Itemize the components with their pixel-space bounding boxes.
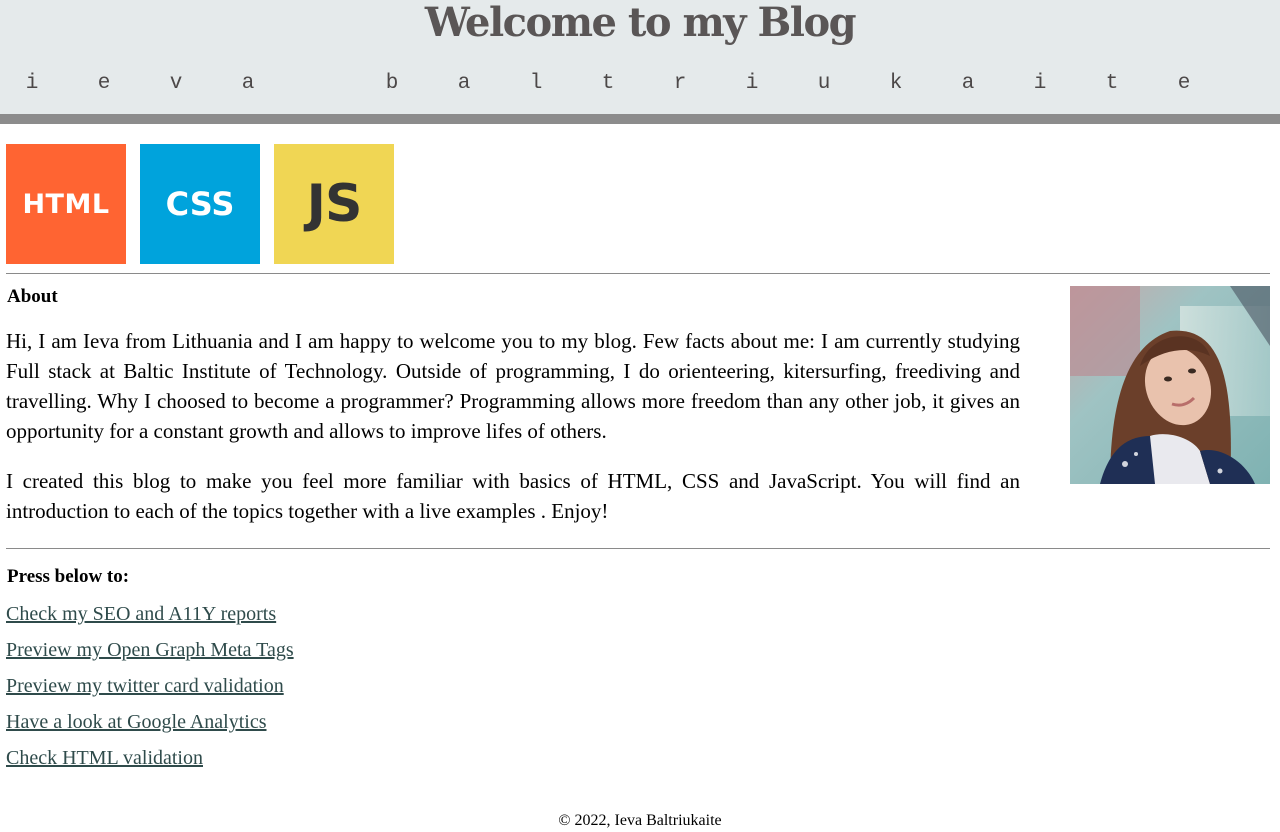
author-name-letters: i e v a b a l t r i u k a i t e bbox=[0, 70, 1280, 98]
about-heading: About bbox=[7, 286, 58, 307]
css-tile-label: CSS bbox=[165, 185, 235, 223]
list-item: Check my SEO and A11Y reports bbox=[6, 600, 294, 636]
section-divider bbox=[6, 273, 1270, 274]
author-letter: a bbox=[961, 72, 975, 95]
author-letter: i bbox=[745, 72, 759, 95]
list-item: Have a look at Google Analytics bbox=[6, 708, 294, 744]
twitter-card-validation-link[interactable]: Preview my twitter card validation bbox=[6, 675, 284, 697]
profile-photo bbox=[1070, 286, 1270, 484]
open-graph-meta-tags-link[interactable]: Preview my Open Graph Meta Tags bbox=[6, 639, 294, 661]
links-heading: Press below to: bbox=[7, 566, 130, 587]
author-letter: i bbox=[1033, 72, 1047, 95]
html-logo-tile: HTML bbox=[6, 144, 126, 264]
author-letter: r bbox=[673, 72, 687, 95]
html-tile-label: HTML bbox=[22, 188, 110, 220]
author-letter: e bbox=[97, 72, 111, 95]
author-letter: t bbox=[601, 72, 615, 95]
list-item: Preview my Open Graph Meta Tags bbox=[6, 636, 294, 672]
google-analytics-link[interactable]: Have a look at Google Analytics bbox=[6, 711, 267, 733]
author-letter: e bbox=[1177, 72, 1191, 95]
list-item: Preview my twitter card validation bbox=[6, 672, 294, 708]
author-letter: i bbox=[25, 72, 39, 95]
page-title: Welcome to my Blog bbox=[424, 0, 857, 46]
about-paragraph: I created this blog to make you feel mor… bbox=[6, 469, 1020, 523]
page-header: Welcome to my Blog i e v a b a l t r i u… bbox=[0, 0, 1280, 114]
author-letter: a bbox=[241, 72, 255, 95]
about-text: Hi, I am Ieva from Lithuania and I am ha… bbox=[6, 326, 1020, 546]
header-divider-bar bbox=[0, 114, 1280, 124]
list-item: Check HTML validation bbox=[6, 744, 294, 780]
author-letter: u bbox=[817, 72, 831, 95]
author-letter: a bbox=[457, 72, 471, 95]
seo-a11y-reports-link[interactable]: Check my SEO and A11Y reports bbox=[6, 603, 276, 625]
js-tile-label: JS bbox=[306, 174, 363, 234]
css-logo-tile: CSS bbox=[140, 144, 260, 264]
author-letter: v bbox=[169, 72, 183, 95]
author-letter: l bbox=[529, 72, 543, 95]
html-validation-link[interactable]: Check HTML validation bbox=[6, 747, 203, 769]
report-links-list: Check my SEO and A11Y reports Preview my… bbox=[6, 600, 294, 780]
author-letter: t bbox=[1105, 72, 1119, 95]
about-paragraph: Hi, I am Ieva from Lithuania and I am ha… bbox=[6, 329, 1020, 443]
js-logo-tile: JS bbox=[274, 144, 394, 264]
author-letter: k bbox=[889, 72, 903, 95]
section-divider bbox=[6, 548, 1270, 549]
author-letter: b bbox=[385, 72, 399, 95]
